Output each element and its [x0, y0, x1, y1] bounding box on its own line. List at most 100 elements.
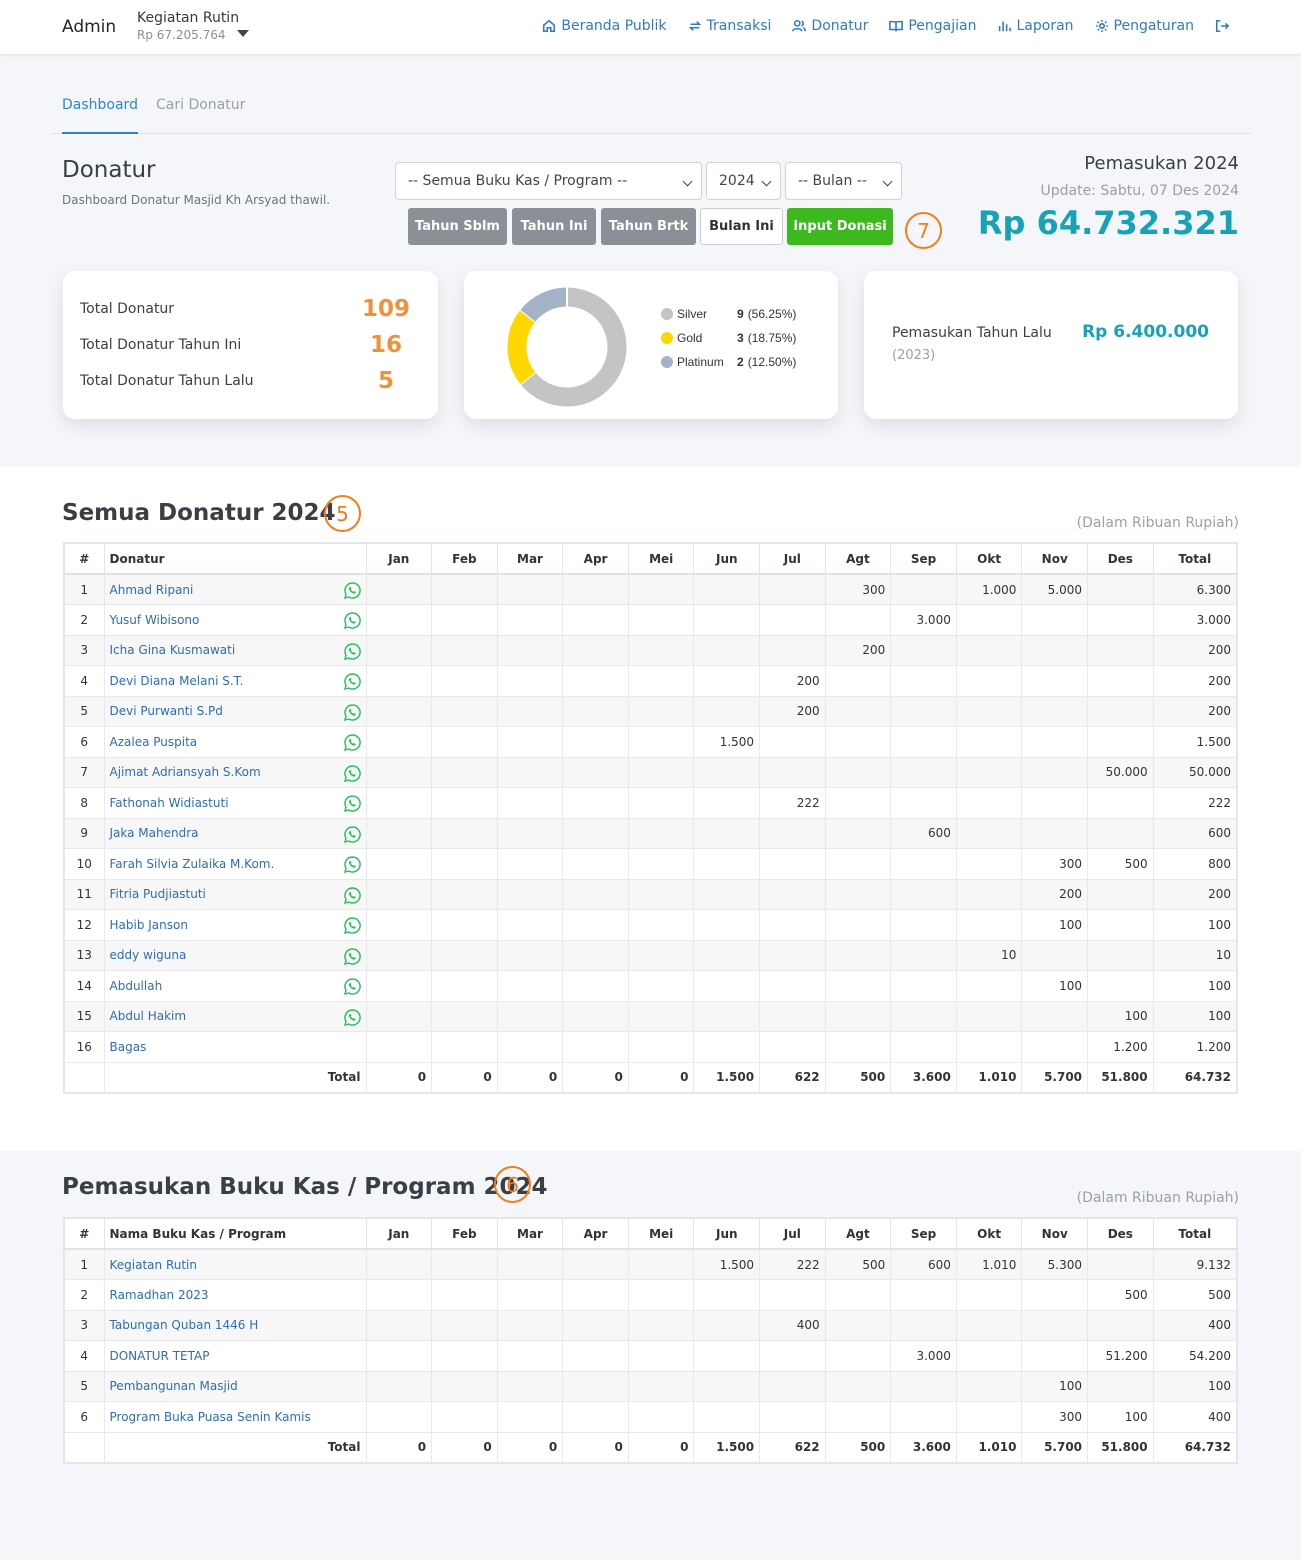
month-value: [1021, 817, 1089, 849]
whatsapp-icon[interactable]: [343, 733, 362, 752]
row-name-link[interactable]: Pembangunan Masjid: [110, 1379, 238, 1393]
month-value: [824, 787, 892, 819]
row-name-link[interactable]: Program Buka Puasa Senin Kamis: [110, 1410, 311, 1424]
month-total: 0: [627, 1431, 695, 1464]
month-value: [890, 1401, 957, 1433]
kas-selector[interactable]: Kegiatan Rutin Rp 67.205.764: [137, 10, 239, 42]
legend-item-gold[interactable]: Gold 3 (18.75%): [661, 331, 796, 345]
caret-down-icon[interactable]: [237, 30, 249, 37]
month-value: [627, 848, 695, 880]
chevron-down-icon: [882, 176, 893, 187]
row-name-link[interactable]: Devi Diana Melani S.T.: [110, 674, 244, 688]
legend-item-platinum[interactable]: Platinum 2 (12.50%): [661, 355, 796, 369]
table-row: 9 Jaka Mahendra 600 600: [63, 817, 1238, 849]
row-name-cell: Bagas: [103, 1031, 367, 1063]
input-donasi-button[interactable]: Input Donasi: [787, 208, 893, 245]
row-name-link[interactable]: Abdullah: [110, 979, 163, 993]
month-value: [431, 970, 498, 1002]
month-value: [562, 1370, 629, 1402]
nav-pengaturan[interactable]: Pengaturan: [1095, 18, 1194, 34]
table-row: 2 Ramadhan 2023 500 500: [63, 1279, 1238, 1311]
month-value: [496, 1370, 564, 1402]
month-total: 1.010: [955, 1431, 1023, 1464]
chevron-down-icon: [761, 176, 772, 187]
month-value: [431, 1031, 498, 1063]
nav-transaksi[interactable]: Transaksi: [688, 18, 771, 34]
table-row: 16 Bagas 1.200 1.200: [63, 1031, 1238, 1063]
row-total: 400: [1152, 1401, 1238, 1433]
whatsapp-icon[interactable]: [343, 794, 362, 813]
tab-dashboard[interactable]: Dashboard: [62, 97, 138, 134]
nav-donatur[interactable]: Donatur: [792, 18, 868, 34]
row-name-link[interactable]: Ramadhan 2023: [110, 1288, 209, 1302]
tahun-ini-button[interactable]: Tahun Ini: [512, 208, 596, 245]
whatsapp-icon[interactable]: [343, 1008, 362, 1027]
row-name-link[interactable]: Bagas: [110, 1040, 147, 1054]
month-value: [431, 1401, 498, 1433]
row-name-link[interactable]: Jaka Mahendra: [110, 826, 199, 840]
table-row: 7 Ajimat Adriansyah S.Kom 50.000 50.000: [63, 756, 1238, 788]
nav-laporan[interactable]: Laporan: [997, 18, 1074, 34]
whatsapp-icon[interactable]: [343, 977, 362, 996]
whatsapp-icon[interactable]: [343, 886, 362, 905]
whatsapp-icon[interactable]: [343, 611, 362, 630]
row-name-cell: Fathonah Widiastuti: [103, 787, 367, 819]
whatsapp-icon[interactable]: [343, 825, 362, 844]
program-select[interactable]: -- Semua Buku Kas / Program --: [395, 162, 702, 200]
month-value: [693, 1370, 761, 1402]
legend-count: 3: [737, 331, 744, 345]
month-value: [1021, 1340, 1089, 1372]
whatsapp-icon[interactable]: [343, 581, 362, 600]
whatsapp-icon[interactable]: [343, 855, 362, 874]
row-name-link[interactable]: Farah Silvia Zulaika M.Kom.: [110, 857, 275, 871]
whatsapp-icon[interactable]: [343, 672, 362, 691]
nav-pengajian[interactable]: Pengajian: [889, 18, 976, 34]
year-select[interactable]: 2024: [706, 162, 781, 200]
month-value: 300: [1021, 1401, 1089, 1433]
row-total: 1.200: [1152, 1031, 1238, 1063]
row-name-link[interactable]: Kegiatan Rutin: [110, 1258, 198, 1272]
tab-cari-donatur[interactable]: Cari Donatur: [156, 97, 245, 113]
brand[interactable]: Admin: [62, 17, 116, 37]
legend-item-silver[interactable]: Silver 9 (56.25%): [661, 307, 796, 321]
month-value: [1021, 787, 1089, 819]
row-name-link[interactable]: Ajimat Adriansyah S.Kom: [110, 765, 261, 779]
row-name-cell: Yusuf Wibisono: [103, 604, 367, 636]
whatsapp-icon[interactable]: [343, 916, 362, 935]
row-name-link[interactable]: Tabungan Quban 1446 H: [110, 1318, 259, 1332]
month-value: [890, 970, 957, 1002]
row-name-link[interactable]: Icha Gina Kusmawati: [110, 643, 236, 657]
row-name-link[interactable]: Fitria Pudjiastuti: [110, 887, 206, 901]
whatsapp-icon[interactable]: [343, 642, 362, 661]
row-name-link[interactable]: Azalea Puspita: [110, 735, 198, 749]
tahun-berikut-button[interactable]: Tahun Brtk: [601, 208, 696, 245]
whatsapp-icon[interactable]: [343, 947, 362, 966]
row-name-link[interactable]: Ahmad Ripani: [110, 583, 194, 597]
row-name-link[interactable]: Abdul Hakim: [110, 1009, 187, 1023]
month-value: [955, 1031, 1023, 1063]
month-value: [1087, 878, 1154, 910]
bulan-ini-button[interactable]: Bulan Ini: [700, 208, 783, 245]
month-value: [496, 573, 564, 605]
month-value: [759, 817, 826, 849]
month-value: [1021, 1031, 1089, 1063]
col-month: Sep: [890, 1217, 957, 1250]
whatsapp-icon[interactable]: [343, 764, 362, 783]
nav-logout[interactable]: [1215, 18, 1229, 34]
whatsapp-icon[interactable]: [343, 703, 362, 722]
month-select[interactable]: -- Bulan --: [785, 162, 902, 200]
month-value: [1087, 817, 1154, 849]
tahun-sebelum-button[interactable]: Tahun Sblm: [408, 208, 507, 245]
row-name-link[interactable]: Habib Janson: [110, 918, 188, 932]
month-value: [496, 1401, 564, 1433]
row-name-link[interactable]: eddy wiguna: [110, 948, 187, 962]
row-name-link[interactable]: Devi Purwanti S.Pd: [110, 704, 223, 718]
month-value: [1087, 1309, 1154, 1341]
month-value: [562, 970, 629, 1002]
month-value: [431, 787, 498, 819]
nav-beranda-publik[interactable]: Beranda Publik: [542, 18, 667, 34]
row-name-link[interactable]: Yusuf Wibisono: [110, 613, 200, 627]
row-name-link[interactable]: DONATUR TETAP: [110, 1349, 210, 1363]
row-name-link[interactable]: Fathonah Widiastuti: [110, 796, 229, 810]
month-value: [759, 939, 826, 971]
